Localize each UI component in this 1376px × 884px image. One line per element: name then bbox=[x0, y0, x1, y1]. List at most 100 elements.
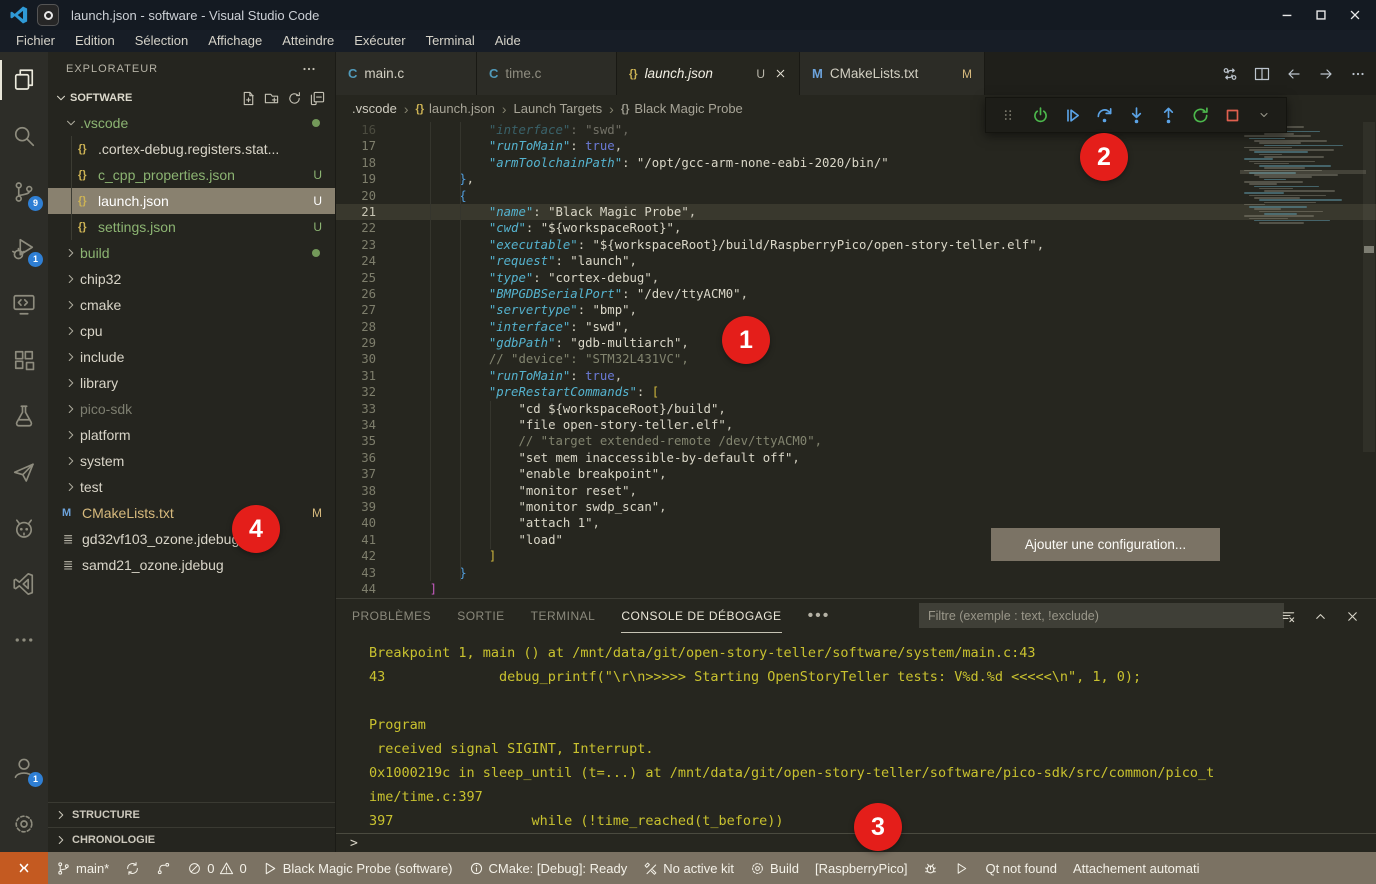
status-cmake-target[interactable]: [RaspberryPico] bbox=[807, 852, 915, 884]
close-button[interactable] bbox=[1345, 609, 1360, 624]
breadcrumb-item[interactable]: Launch Targets bbox=[514, 101, 603, 116]
add-configuration-button[interactable]: Ajouter une configuration... bbox=[991, 528, 1220, 561]
status-sync[interactable] bbox=[117, 852, 148, 884]
activity-extensions[interactable] bbox=[0, 332, 48, 388]
activity-manage[interactable] bbox=[0, 796, 48, 852]
activity-platformio[interactable] bbox=[0, 444, 48, 500]
section-chronologie[interactable]: CHRONOLOGIE bbox=[48, 827, 335, 852]
menu-exécuter[interactable]: Exécuter bbox=[344, 30, 415, 52]
menu-atteindre[interactable]: Atteindre bbox=[272, 30, 344, 52]
chevron-up-button[interactable] bbox=[1313, 609, 1328, 624]
refresh-button[interactable] bbox=[287, 91, 302, 106]
breadcrumb-item[interactable]: {}launch.json bbox=[415, 101, 494, 116]
collapse-all-button[interactable] bbox=[310, 91, 325, 106]
tree-item-chip32[interactable]: chip32 bbox=[48, 266, 335, 292]
tree-item-cmakelists-txt[interactable]: MCMakeLists.txtM bbox=[48, 500, 335, 526]
status-problems[interactable]: 00 bbox=[179, 852, 254, 884]
debug-step-over-button[interactable] bbox=[1090, 101, 1118, 129]
status-git-branch[interactable]: main* bbox=[48, 852, 117, 884]
code-editor[interactable]: 16 "interface": "swd",17 "runToMain": tr… bbox=[336, 122, 1376, 598]
activity-search[interactable] bbox=[0, 108, 48, 164]
breadcrumb-item[interactable]: {}Black Magic Probe bbox=[621, 101, 743, 116]
status-cmake-run[interactable] bbox=[946, 852, 977, 884]
debug-step-out-button[interactable] bbox=[1154, 101, 1182, 129]
menu-fichier[interactable]: Fichier bbox=[6, 30, 65, 52]
debug-stop-button[interactable] bbox=[1218, 101, 1246, 129]
status-cmake-status[interactable]: CMake: [Debug]: Ready bbox=[461, 852, 636, 884]
tree-item-library[interactable]: library bbox=[48, 370, 335, 396]
tab-cmakelists-txt[interactable]: MCMakeLists.txtM bbox=[800, 52, 985, 95]
section-structure[interactable]: STRUCTURE bbox=[48, 802, 335, 827]
tree-item-launch-json[interactable]: {}launch.jsonU bbox=[48, 188, 335, 214]
menu-sélection[interactable]: Sélection bbox=[125, 30, 198, 52]
new-file-button[interactable] bbox=[241, 91, 256, 106]
arrow-left-button[interactable] bbox=[1286, 66, 1302, 82]
debug-power-button[interactable] bbox=[1026, 101, 1054, 129]
debug-grip-button[interactable] bbox=[994, 101, 1022, 129]
tree-item-cpu[interactable]: cpu bbox=[48, 318, 335, 344]
activity-more-views[interactable] bbox=[0, 612, 48, 668]
panel-tab-sortie[interactable]: SORTIE bbox=[457, 599, 504, 633]
tree-item-settings-json[interactable]: {}settings.jsonU bbox=[48, 214, 335, 240]
status-qt-status[interactable]: Qt not found bbox=[977, 852, 1065, 884]
tree-item-gd32vf103-ozone-jdebug[interactable]: gd32vf103_ozone.jdebug bbox=[48, 526, 335, 552]
tree-item--cortex-debug-registers-stat-[interactable]: {}.cortex-debug.registers.stat... bbox=[48, 136, 335, 162]
new-folder-button[interactable] bbox=[264, 91, 279, 106]
editor-scrollbar[interactable] bbox=[1362, 122, 1376, 598]
open-changes-button[interactable] bbox=[1222, 66, 1238, 82]
tree-item-pico-sdk[interactable]: pico-sdk bbox=[48, 396, 335, 422]
status-auto-attach[interactable]: Attachement automati bbox=[1065, 852, 1207, 884]
status-debug-launch[interactable]: Black Magic Probe (software) bbox=[255, 852, 461, 884]
tree-item-build[interactable]: build bbox=[48, 240, 335, 266]
activity-vs-solution[interactable] bbox=[0, 556, 48, 612]
sidebar-more-icon[interactable] bbox=[301, 61, 317, 77]
minimize-button[interactable] bbox=[1280, 8, 1294, 22]
activity-debug-extension[interactable] bbox=[0, 500, 48, 556]
debug-console-output[interactable]: Breakpoint 1, main () at /mnt/data/git/o… bbox=[336, 633, 1376, 833]
panel-tab-terminal[interactable]: TERMINAL bbox=[531, 599, 596, 633]
clear-console-button[interactable] bbox=[1281, 609, 1296, 624]
tree-item-c-cpp-properties-json[interactable]: {}c_cpp_properties.jsonU bbox=[48, 162, 335, 188]
panel-tab-probl-mes[interactable]: PROBLÈMES bbox=[352, 599, 431, 633]
menu-edition[interactable]: Edition bbox=[65, 30, 125, 52]
tree-item-platform[interactable]: platform bbox=[48, 422, 335, 448]
activity-source-control[interactable]: 9 bbox=[0, 164, 48, 220]
status-cmake-build[interactable]: Build bbox=[742, 852, 807, 884]
debug-step-into-button[interactable] bbox=[1122, 101, 1150, 129]
panel-more-icon[interactable]: ••• bbox=[808, 607, 831, 625]
debug-continue-button[interactable] bbox=[1058, 101, 1086, 129]
arrow-right-button[interactable] bbox=[1318, 66, 1334, 82]
debug-restart-button[interactable] bbox=[1186, 101, 1214, 129]
debug-chevron-down-button[interactable] bbox=[1250, 101, 1278, 129]
split-editor-button[interactable] bbox=[1254, 66, 1270, 82]
panel-tab-console-de-d-bogage[interactable]: CONSOLE DE DÉBOGAGE bbox=[621, 599, 781, 633]
tree-item-system[interactable]: system bbox=[48, 448, 335, 474]
tree-item-include[interactable]: include bbox=[48, 344, 335, 370]
menu-terminal[interactable]: Terminal bbox=[416, 30, 485, 52]
tree-item-samd21-ozone-jdebug[interactable]: samd21_ozone.jdebug bbox=[48, 552, 335, 578]
maximize-button[interactable] bbox=[1314, 8, 1328, 22]
ellipsis-button[interactable] bbox=[1350, 66, 1366, 82]
tab-launch-json[interactable]: {}launch.jsonU bbox=[617, 52, 800, 95]
tree-item-cmake[interactable]: cmake bbox=[48, 292, 335, 318]
tree-item-test[interactable]: test bbox=[48, 474, 335, 500]
status-cmake-kit[interactable]: No active kit bbox=[635, 852, 742, 884]
tree-item--vscode[interactable]: .vscode bbox=[48, 110, 335, 136]
tab-time-c[interactable]: Ctime.c bbox=[477, 52, 617, 95]
breadcrumb-item[interactable]: .vscode bbox=[352, 101, 397, 116]
status-cmake-debug[interactable] bbox=[915, 852, 946, 884]
tab-close-icon[interactable] bbox=[774, 67, 787, 80]
menu-affichage[interactable]: Affichage bbox=[198, 30, 272, 52]
debug-filter-input[interactable] bbox=[919, 603, 1284, 628]
tab-main-c[interactable]: Cmain.c bbox=[336, 52, 477, 95]
status-git-graph[interactable] bbox=[148, 852, 179, 884]
folder-section-header[interactable]: SOFTWARE bbox=[48, 86, 335, 110]
close-button[interactable] bbox=[1348, 8, 1362, 22]
remote-indicator[interactable] bbox=[0, 852, 48, 884]
activity-accounts[interactable]: 1 bbox=[0, 740, 48, 796]
activity-run-and-debug[interactable]: 1 bbox=[0, 220, 48, 276]
activity-explorer[interactable] bbox=[0, 52, 48, 108]
activity-testing[interactable] bbox=[0, 388, 48, 444]
minimap[interactable] bbox=[1244, 124, 1362, 224]
activity-remote-explorer[interactable] bbox=[0, 276, 48, 332]
